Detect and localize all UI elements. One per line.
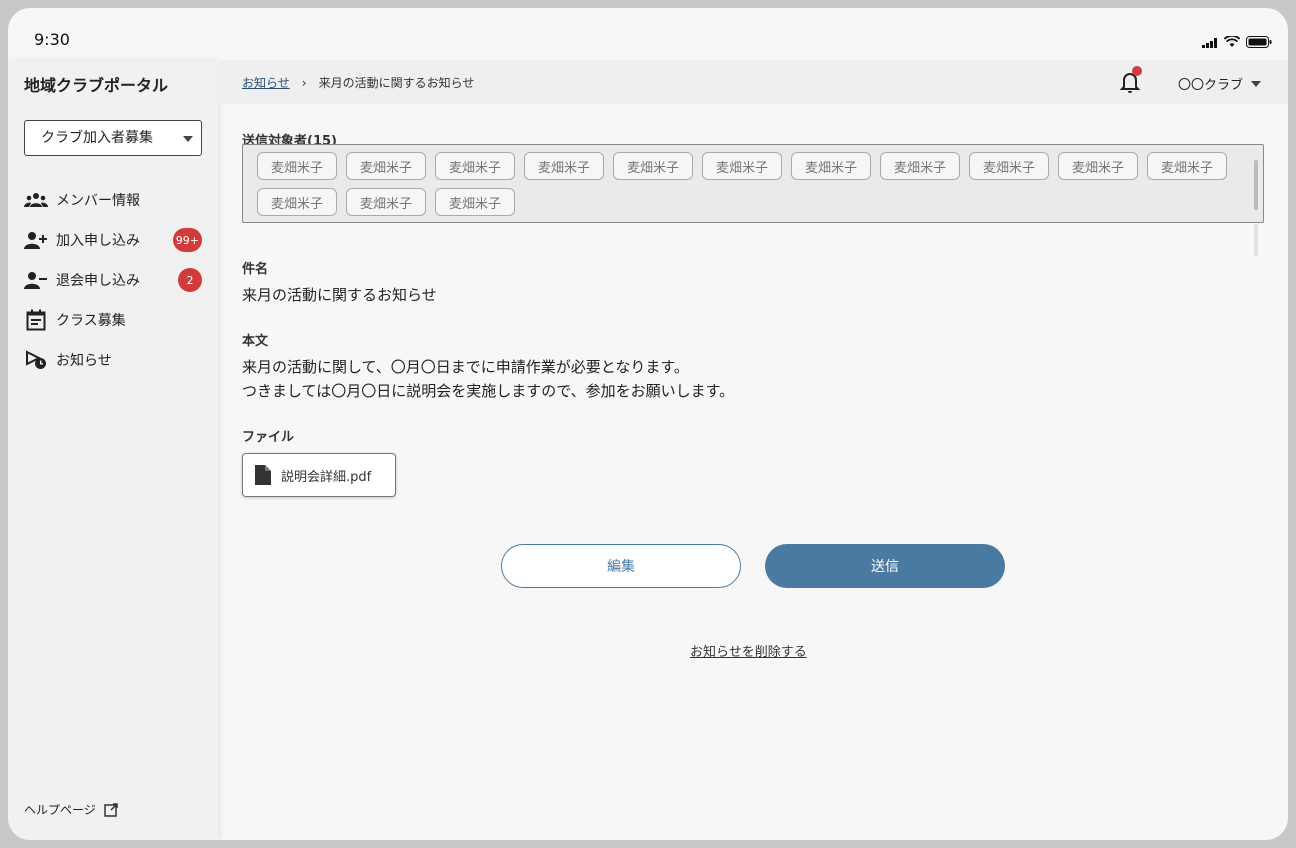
file-label: ファイル <box>242 430 295 445</box>
signal-icon <box>1202 38 1217 48</box>
body-line-1: 来月の活動に関して、〇月〇日までに申請作業が必要となります。 <box>242 358 689 376</box>
recipient-chip: 麦畑米子 <box>435 152 515 180</box>
recipients-scrollbar[interactable] <box>1254 160 1258 210</box>
subject-field: 件名 来月の活動に関するお知らせ <box>242 258 437 307</box>
recipient-chip: 麦畑米子 <box>435 188 515 216</box>
sidebar: 地域クラブポータル クラブ加入者募集 メンバー情報 加入申し込み 99+ 退会申… <box>8 60 218 840</box>
battery-icon <box>1246 36 1272 48</box>
recipient-chip: 麦畑米子 <box>880 152 960 180</box>
external-link-icon <box>104 802 118 817</box>
leave-requests-badge: 2 <box>178 268 202 292</box>
breadcrumb: お知らせ › 来月の活動に関するお知らせ <box>242 74 474 91</box>
file-field: ファイル 説明会詳細.pdf <box>242 426 396 497</box>
help-page-link[interactable]: ヘルプページ <box>24 801 118 818</box>
recipient-chip: 麦畑米子 <box>791 152 871 180</box>
breadcrumb-separator-icon: › <box>301 75 307 90</box>
chevron-down-icon <box>183 136 193 142</box>
join-requests-badge: 99+ <box>172 228 202 252</box>
status-bar: 9:30 <box>8 8 1288 60</box>
recipient-chip: 麦畑米子 <box>346 188 426 216</box>
file-icon <box>255 465 271 485</box>
sidebar-item-leave-requests[interactable]: 退会申し込み 2 <box>24 260 204 300</box>
sidebar-item-notices[interactable]: お知らせ <box>24 340 204 380</box>
help-page-label: ヘルプページ <box>24 803 96 817</box>
club-menu[interactable]: 〇〇クラブ <box>1178 74 1262 93</box>
sidebar-item-label: お知らせ <box>56 353 112 369</box>
body-label: 本文 <box>242 334 269 349</box>
notice-icon <box>24 348 48 372</box>
recipient-chip: 麦畑米子 <box>257 188 337 216</box>
recipient-chip: 麦畑米子 <box>346 152 426 180</box>
person-remove-icon <box>24 268 48 292</box>
notification-dot <box>1132 66 1142 76</box>
recipient-chip: 麦畑米子 <box>257 152 337 180</box>
body-field: 本文 来月の活動に関して、〇月〇日までに申請作業が必要となります。 つきましては… <box>242 330 734 403</box>
sidebar-item-label: 退会申し込み <box>56 273 140 289</box>
recipient-chip: 麦畑米子 <box>524 152 604 180</box>
tablet-screen: 9:30 地域クラブポータル クラブ加入者募集 メンバー情報 加入申し込み 99… <box>8 8 1288 840</box>
recipients-list: 麦畑米子 麦畑米子 麦畑米子 麦畑米子 麦畑米子 麦畑米子 麦畑米子 麦畑米子 … <box>242 144 1264 223</box>
sidebar-item-label: クラス募集 <box>56 313 126 329</box>
subject-value: 来月の活動に関するお知らせ <box>242 286 437 304</box>
status-time: 9:30 <box>34 30 70 49</box>
attachment-file-name: 説明会詳細.pdf <box>281 469 372 485</box>
sidebar-nav: メンバー情報 加入申し込み 99+ 退会申し込み 2 クラス募集 お知らせ <box>24 180 204 380</box>
app-title: 地域クラブポータル <box>24 76 169 95</box>
attachment-file[interactable]: 説明会詳細.pdf <box>242 453 396 497</box>
delete-notice-link[interactable]: お知らせを削除する <box>690 641 807 660</box>
wifi-icon <box>1224 36 1240 47</box>
sidebar-item-label: 加入申し込み <box>56 233 140 249</box>
sidebar-item-label: メンバー情報 <box>56 193 140 209</box>
recipient-chip: 麦畑米子 <box>969 152 1049 180</box>
sidebar-item-join-requests[interactable]: 加入申し込み 99+ <box>24 220 204 260</box>
body-line-2: つきましては〇月〇日に説明会を実施しますので、参加をお願いします。 <box>242 382 735 400</box>
sidebar-item-members[interactable]: メンバー情報 <box>24 180 204 220</box>
calendar-icon <box>24 308 48 332</box>
recipient-chip: 麦畑米子 <box>702 152 782 180</box>
members-icon <box>24 188 48 212</box>
club-mode-select[interactable]: クラブ加入者募集 <box>24 120 202 156</box>
person-add-icon <box>24 228 48 252</box>
breadcrumb-notices-link[interactable]: お知らせ <box>242 74 290 91</box>
sidebar-item-class-recruitment[interactable]: クラス募集 <box>24 300 204 340</box>
edit-button[interactable]: 編集 <box>501 544 741 588</box>
send-button[interactable]: 送信 <box>765 544 1005 588</box>
chevron-down-icon <box>1251 80 1262 87</box>
breadcrumb-current: 来月の活動に関するお知らせ <box>318 76 475 90</box>
recipients-scroll-track <box>1254 224 1258 256</box>
club-mode-value: クラブ加入者募集 <box>41 130 153 146</box>
recipient-chip: 麦畑米子 <box>613 152 693 180</box>
club-name: 〇〇クラブ <box>1178 78 1244 93</box>
recipient-chip: 麦畑米子 <box>1058 152 1138 180</box>
status-icons <box>1202 36 1272 48</box>
recipient-chip: 麦畑米子 <box>1147 152 1227 180</box>
top-header: お知らせ › 来月の活動に関するお知らせ 〇〇クラブ <box>218 60 1288 104</box>
subject-label: 件名 <box>242 262 269 277</box>
